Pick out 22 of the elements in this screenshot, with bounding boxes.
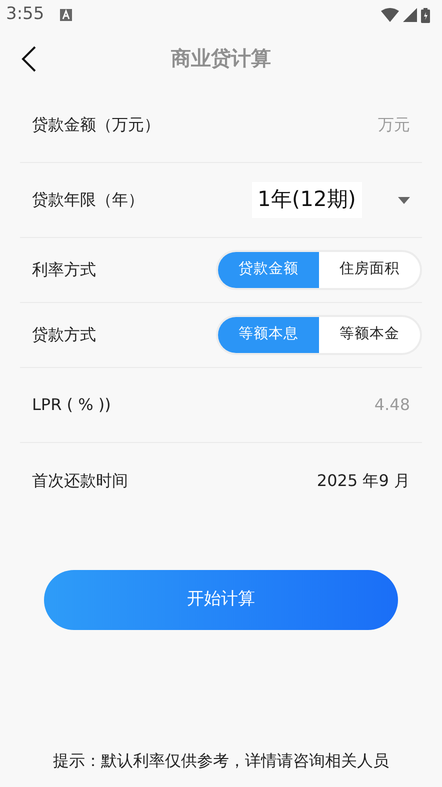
dropdown-caret-icon[interactable] (398, 196, 410, 204)
wifi-icon (381, 8, 399, 22)
segment-option[interactable]: 住房面积 (319, 252, 420, 288)
keyboard-icon (60, 9, 72, 21)
back-icon[interactable] (20, 46, 38, 72)
field-label: 贷款金额（万元） (32, 114, 160, 136)
segment-option[interactable]: 等额本金 (319, 317, 420, 353)
input-field[interactable]: 万元 (260, 113, 410, 137)
date-value[interactable]: 2025 年9 月 (316, 468, 410, 492)
hint-text: 提示：默认利率仅供参考，详情请咨询相关人员 (53, 750, 389, 772)
field-label: 贷款方式 (32, 324, 96, 346)
calculate-button[interactable]: 开始计算 (44, 570, 398, 630)
page-title: 商业贷计算 (171, 45, 271, 72)
status-time: 3:55 (6, 3, 44, 26)
field-label: LPR ( % )) (32, 394, 111, 416)
field-label: 利率方式 (32, 259, 96, 281)
dropdown-value[interactable]: 1年(12期) (252, 182, 362, 218)
signal-icon (403, 8, 417, 22)
battery-icon (421, 8, 430, 22)
input-field[interactable]: 4.48 (260, 393, 410, 417)
field-label: 贷款年限（年） (32, 189, 144, 211)
field-label: 首次还款时间 (32, 470, 128, 492)
